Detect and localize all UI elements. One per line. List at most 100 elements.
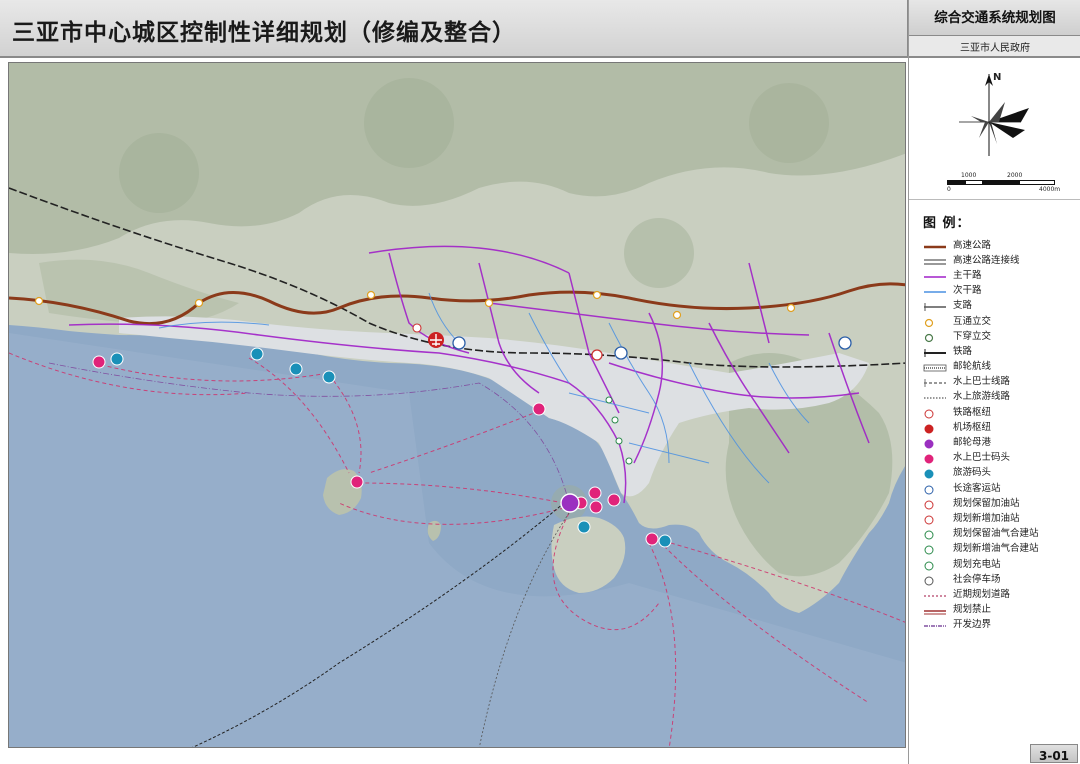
legend-list: 高速公路高速公路连接线 主干路次干路支路互通立交下穿立交铁路邮轮航线水上巴士线路水… — [923, 236, 1073, 631]
expressway-link-line-icon — [923, 253, 947, 265]
legend-label: 邮轮母港 — [953, 437, 992, 449]
planning-map[interactable] — [8, 62, 906, 748]
expressway-line-icon — [923, 238, 947, 250]
legend-item: 铁路 — [923, 342, 1073, 357]
legend-item: 机场枢纽 — [923, 418, 1073, 434]
legend-label: 铁路 — [953, 345, 973, 357]
legend-item: 邮轮航线 — [923, 358, 1073, 373]
legend-item: 规划新增油气合建站 — [923, 540, 1073, 555]
tour-pier-icon — [923, 465, 947, 479]
legend-label: 近期规划道路 — [953, 588, 1011, 600]
water-bus-line-icon — [923, 374, 947, 388]
legend-item: 支路 — [923, 297, 1073, 312]
legend-label: 水上旅游线路 — [953, 391, 1011, 403]
hill — [119, 133, 199, 213]
scale-label-2000: 2000 — [1007, 172, 1023, 179]
legend-item: 邮轮母港 — [923, 433, 1073, 449]
government-name: 三亚市人民政府 — [960, 43, 1030, 54]
legend-label: 开发边界 — [953, 619, 992, 631]
oil-gas-keep-icon — [923, 526, 947, 540]
north-label: N — [993, 72, 1002, 83]
cruise-route-line-icon — [923, 359, 947, 372]
legend-label: 水上巴士码头 — [953, 452, 1011, 464]
side-panel: 综合交通系统规划图 三亚市人民政府 N 0 1000 2000 4000m 图 … — [908, 0, 1080, 764]
water-tour-line-icon — [923, 389, 947, 401]
legend-label: 支路 — [953, 300, 973, 312]
hill — [364, 78, 454, 168]
legend-label: 规划新增油气合建站 — [953, 543, 1039, 555]
legend-item: 主干路 — [923, 266, 1073, 281]
legend-item: 长途客运站 — [923, 479, 1073, 495]
legend-item: 社会停车场 — [923, 570, 1073, 586]
legend-item: 规划保留加油站 — [923, 494, 1073, 510]
legend-item: 规划禁止 — [923, 601, 1073, 616]
near-term-road-line-icon — [923, 587, 947, 599]
legend-item: 水上巴士码头 — [923, 449, 1073, 464]
legend-label: 规划充电站 — [953, 558, 1001, 570]
legend-label: 机场枢纽 — [953, 421, 992, 433]
legend-label: 高速公路连接线 — [953, 254, 1020, 266]
gas-station-keep-icon — [923, 496, 947, 510]
legend-label: 高速公路 — [953, 239, 992, 251]
legend-item: 铁路枢纽 — [923, 403, 1073, 419]
page-number: 3-01 — [1038, 749, 1070, 763]
charging-station-icon — [923, 557, 947, 571]
legend-label: 旅游码头 — [953, 467, 992, 479]
gas-station-new-icon — [923, 511, 947, 525]
legend-item: 水上旅游线路 — [923, 388, 1073, 403]
interchange-circle-icon — [923, 314, 947, 327]
branch-road-line-icon — [923, 298, 947, 312]
legend-item: 高速公路连接线 — [923, 251, 1073, 266]
legend-label: 规划保留油气合建站 — [953, 528, 1039, 540]
legend-label: 次干路 — [953, 285, 982, 297]
scale-label-4000: 4000m — [1039, 186, 1061, 193]
legend-label: 下穿立交 — [953, 330, 992, 342]
legend-label: 互通立交 — [953, 315, 992, 327]
legend-label: 规划新增加油站 — [953, 512, 1020, 524]
legend-item: 近期规划道路 — [923, 585, 1073, 600]
legend-item: 下穿立交 — [923, 327, 1073, 342]
legend-item: 规划保留油气合建站 — [923, 525, 1073, 540]
legend-item: 高速公路 — [923, 236, 1073, 251]
map-canvas — [9, 63, 905, 747]
legend-item: 规划新增加油站 — [923, 509, 1073, 525]
government-box: 三亚市人民政府 — [909, 36, 1080, 58]
water-bus-pier-icon — [923, 450, 947, 464]
page-title: 三亚市中心城区控制性详细规划（修编及整合） — [12, 19, 516, 46]
legend-item: 水上巴士线路 — [923, 373, 1073, 388]
secondary-road-line-icon — [923, 283, 947, 295]
legend-label: 水上巴士线路 — [953, 376, 1011, 388]
oil-gas-new-icon — [923, 541, 947, 555]
parking-icon — [923, 572, 947, 586]
header-bar: 三亚市中心城区控制性详细规划（修编及整合） — [0, 0, 908, 58]
legend-item: 互通立交 — [923, 312, 1073, 327]
scale-label-1000: 1000 — [961, 172, 977, 179]
page-number-badge: 3-01 — [1030, 744, 1078, 763]
legend-label: 规划保留加油站 — [953, 497, 1020, 509]
legend-label: 长途客运站 — [953, 482, 1001, 494]
development-boundary-line-icon — [923, 617, 947, 629]
legend-item: 规划充电站 — [923, 555, 1073, 571]
rail-hub-icon — [923, 405, 947, 419]
legend-label: 铁路枢纽 — [953, 406, 992, 418]
legend-label: 主干路 — [953, 269, 982, 281]
hill — [749, 83, 829, 163]
airport-hub-icon — [923, 420, 947, 434]
scale-label-0: 0 — [947, 186, 951, 193]
legend-label: 规划禁止 — [953, 604, 992, 616]
arterial-road-line-icon — [923, 268, 947, 280]
railway-line-icon — [923, 344, 947, 357]
bus-station-icon — [923, 481, 947, 495]
map-title: 综合交通系统规划图 — [934, 10, 1056, 26]
map-title-box: 综合交通系统规划图 — [909, 0, 1080, 36]
planned-prohibit-line-icon — [923, 602, 947, 615]
hill — [624, 218, 694, 288]
legend-item: 旅游码头 — [923, 464, 1073, 479]
legend-item: 次干路 — [923, 282, 1073, 297]
legend-item: 开发边界 — [923, 616, 1073, 631]
legend-label: 邮轮航线 — [953, 361, 992, 373]
scale-bar: 0 1000 2000 4000m — [947, 172, 1061, 196]
airport-hub-icon — [428, 332, 444, 348]
compass-area: N 0 1000 2000 4000m — [909, 60, 1080, 200]
cruise-port-icon — [560, 493, 580, 513]
